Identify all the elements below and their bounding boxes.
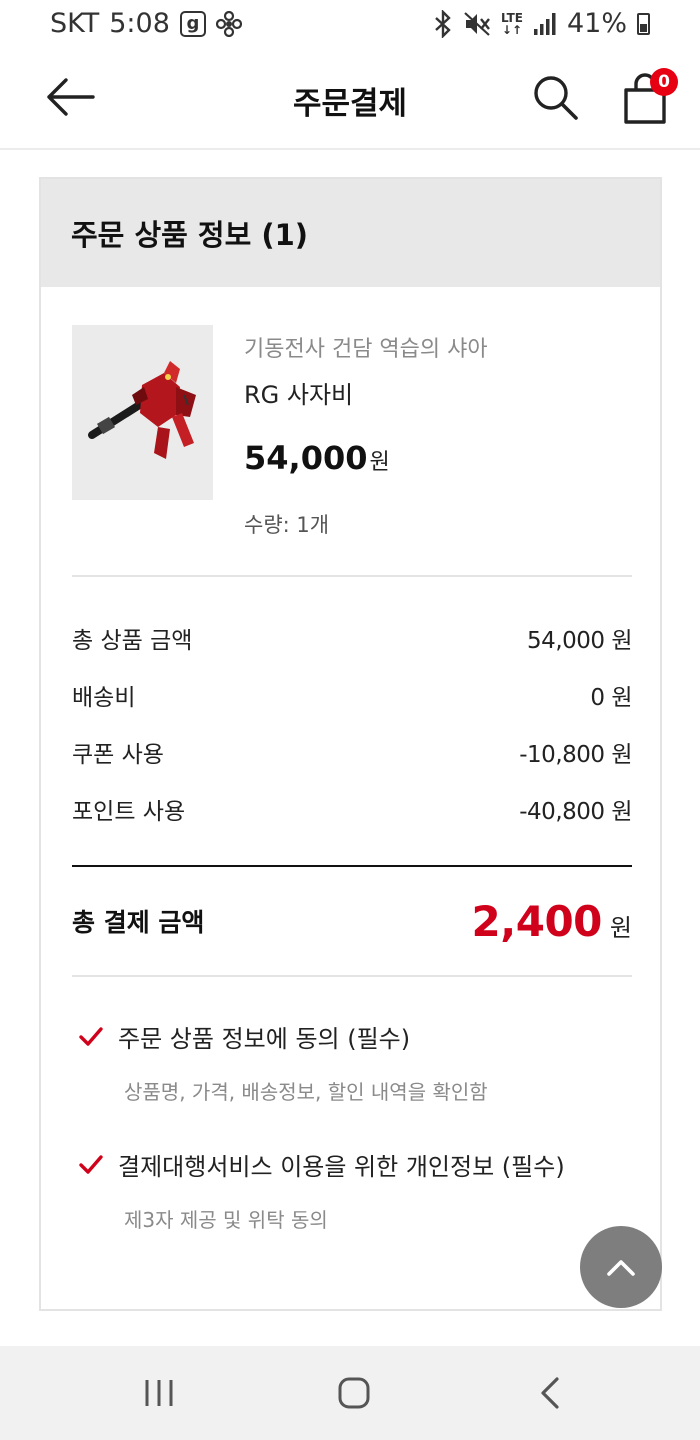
summary-row-points: 포인트 사용 -40,800 원: [72, 780, 632, 837]
page-title: 주문결제: [292, 86, 408, 122]
home-button[interactable]: [337, 1376, 371, 1410]
recent-apps-icon: [145, 1380, 173, 1406]
search-button[interactable]: [530, 72, 582, 124]
agreement-description: 상품명, 가격, 배송정보, 할인 내역을 확인함: [124, 1080, 488, 1104]
product-item[interactable]: 기동전사 건담 역습의 샤아 RG 사자비 54,000원 수량: 1개: [72, 325, 632, 577]
summary-row-coupon: 쿠폰 사용 -10,800 원: [72, 723, 632, 780]
product-name[interactable]: RG 사자비: [244, 375, 353, 410]
summary-label: 총 상품 금액: [72, 627, 193, 654]
product-image[interactable]: [72, 325, 213, 500]
status-bar: SKT 5:08 g LTE ↓↑ 41%: [0, 0, 700, 50]
product-price-unit: 원: [369, 450, 390, 475]
product-quantity: 수량: 1개: [244, 513, 330, 537]
price-summary: 총 상품 금액 54,000 원 배송비 0 원 쿠폰 사용 -10,800 원…: [72, 609, 632, 837]
checkmark-icon[interactable]: [78, 1154, 104, 1176]
mute-icon: [464, 11, 490, 36]
agreement-title: 결제대행서비스 이용을 위한 개인정보 (필수): [118, 1153, 565, 1181]
signal-icon: [533, 12, 556, 35]
clock: 5:08: [109, 8, 170, 39]
agreement-title: 주문 상품 정보에 동의 (필수): [118, 1025, 411, 1053]
order-section-title: 주문 상품 정보 (1): [71, 218, 309, 252]
agreement-privacy[interactable]: 결제대행서비스 이용을 위한 개인정보 (필수) 제3자 제공 및 위탁 동의: [78, 1147, 618, 1233]
home-icon: [338, 1377, 370, 1409]
product-price: 54,000원: [244, 439, 390, 477]
carrier-label: SKT: [50, 8, 100, 39]
summary-row-subtotal: 총 상품 금액 54,000 원: [72, 609, 632, 666]
back-button[interactable]: [44, 75, 96, 119]
total-amount: 2,400: [471, 896, 603, 946]
summary-value: -10,800 원: [519, 741, 632, 768]
summary-label: 배송비: [72, 684, 136, 711]
agreement-order-info[interactable]: 주문 상품 정보에 동의 (필수) 상품명, 가격, 배송정보, 할인 내역을 …: [78, 1019, 618, 1105]
summary-value: 54,000 원: [527, 627, 632, 654]
product-series: 기동전사 건담 역습의 샤아: [244, 337, 488, 362]
system-back-button[interactable]: [538, 1376, 562, 1410]
scroll-to-top-button[interactable]: [580, 1226, 662, 1308]
bluetooth-icon: [435, 9, 451, 38]
total-label: 총 결제 금액: [72, 908, 205, 937]
chevron-up-icon: [607, 1260, 635, 1276]
product-figure-image: [88, 361, 196, 459]
status-right: LTE ↓↑ 41%: [433, 8, 650, 39]
summary-value: 0 원: [590, 684, 632, 711]
total-unit: 원: [609, 913, 632, 942]
summary-value: -40,800 원: [519, 798, 632, 825]
total-price: 2,400 원: [472, 897, 632, 946]
status-left: SKT 5:08 g: [50, 8, 242, 39]
fan-icon: [215, 10, 242, 37]
recent-apps-button[interactable]: [144, 1378, 174, 1408]
summary-label: 포인트 사용: [72, 798, 186, 825]
battery-percent: 41%: [566, 8, 627, 39]
checkmark-icon[interactable]: [78, 1026, 104, 1048]
cart-button[interactable]: 0: [620, 68, 678, 126]
battery-icon: [637, 12, 650, 35]
summary-row-shipping: 배송비 0 원: [72, 666, 632, 723]
cart-count-badge: 0: [650, 68, 678, 96]
order-info-card: 주문 상품 정보 (1) 기동전사 건담 역습의 샤아 RG 사자비 54,00…: [39, 177, 662, 1311]
system-nav-bar: [0, 1346, 700, 1440]
total-payment-row: 총 결제 금액 2,400 원: [72, 865, 632, 977]
agreement-row[interactable]: 결제대행서비스 이용을 위한 개인정보 (필수): [78, 1147, 618, 1182]
card-header: 주문 상품 정보 (1): [41, 179, 660, 287]
summary-label: 쿠폰 사용: [72, 741, 164, 768]
search-icon: [534, 76, 578, 120]
lte-label: LTE ↓↑: [500, 10, 523, 37]
chevron-left-icon: [541, 1377, 559, 1409]
app-header: 주문결제 0: [0, 50, 700, 150]
agreement-row[interactable]: 주문 상품 정보에 동의 (필수): [78, 1019, 618, 1054]
agreement-description: 제3자 제공 및 위탁 동의: [124, 1208, 328, 1232]
g-app-icon: g: [179, 10, 206, 37]
arrow-left-icon: [47, 78, 95, 116]
product-price-value: 54,000: [244, 439, 368, 477]
